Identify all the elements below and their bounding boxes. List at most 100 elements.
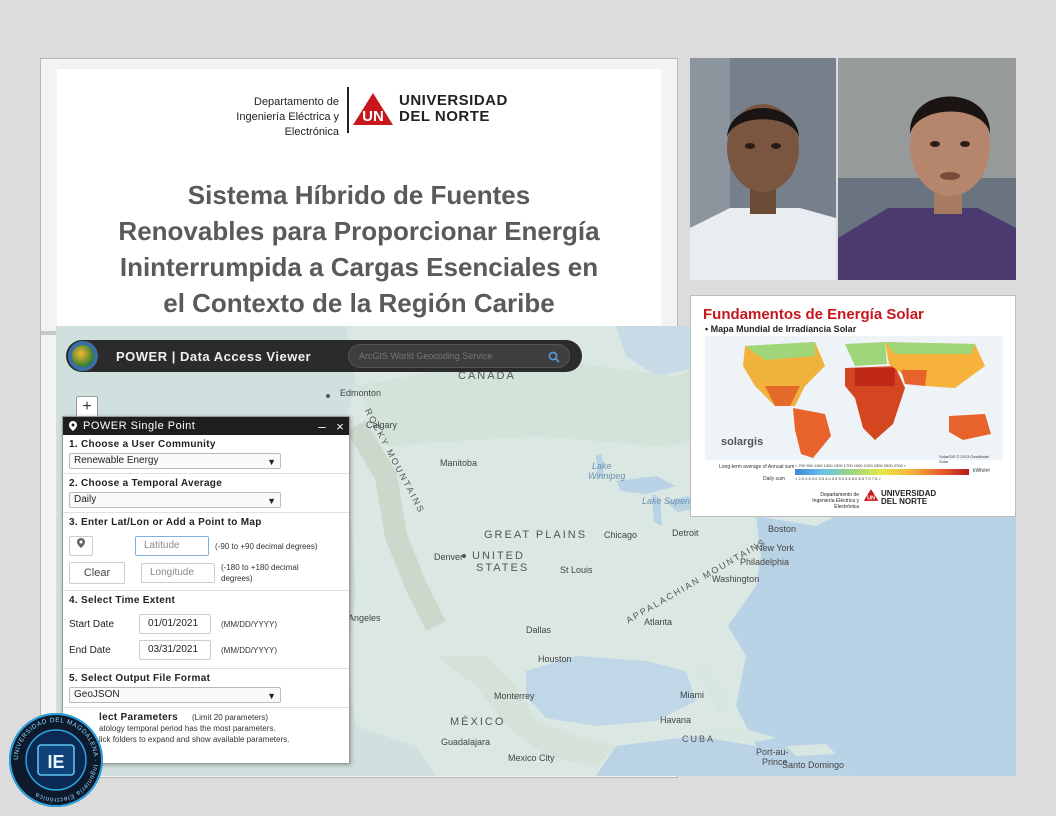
solar-slide-bullet: • Mapa Mundial de Irradiancia Solar <box>705 324 857 334</box>
geocoding-search-input[interactable] <box>349 345 535 367</box>
solar-footer-department: Departamento de Ingeniería Eléctrica y E… <box>787 492 859 510</box>
label-atlanta: Atlanta <box>644 617 673 627</box>
section-output-format: 5. Select Output File Format GeoJSON ▼ <box>63 669 349 708</box>
univ-line-2: DEL NORTE <box>399 108 490 125</box>
legend-copyright: SolarGIS © 2013 GeoModel Solar <box>939 454 989 464</box>
end-date-input[interactable]: 03/31/2021 <box>139 640 211 660</box>
solar-slide-thumbnail[interactable]: Fundamentos de Energía Solar • Mapa Mund… <box>690 295 1016 517</box>
search-button[interactable] <box>545 348 563 366</box>
dept-line-2: Ingeniería Eléctrica y Electrónica <box>236 111 339 138</box>
univ-line-1: UNIVERSIDAD <box>399 92 508 109</box>
label-washington: Washington <box>712 574 760 584</box>
longitude-hint-line-1: (-180 to +180 decimal <box>221 563 299 572</box>
chevron-down-icon: ▼ <box>267 691 276 701</box>
label-great-plains: GREAT PLAINS <box>484 529 588 541</box>
un-logo-small-icon: UN <box>863 489 879 501</box>
label-santo-domingo: Santo Domingo <box>782 760 845 770</box>
zoom-in-button[interactable]: + <box>76 396 98 418</box>
solar-footer-dept-2: Ingeniería Eléctrica y Electrónica <box>812 498 859 510</box>
label-new-york: New York <box>756 543 795 553</box>
section-6-title: lect Parameters <box>99 712 178 723</box>
section-lat-lon: 3. Enter Lat/Lon or Add a Point to Map L… <box>63 513 349 591</box>
panel-title: POWER Single Point <box>83 420 196 432</box>
add-point-button[interactable] <box>69 536 93 556</box>
label-boston: Boston <box>768 524 797 534</box>
end-date-row: End Date 03/31/2021 (MM/DD/YYYY) <box>69 640 343 660</box>
label-houston: Houston <box>538 654 572 664</box>
dept-line-1: Departamento de <box>254 96 339 108</box>
parameters-limit: (Limit 20 parameters) <box>192 713 269 722</box>
solar-footer-univ-2: DEL NORTE <box>881 497 928 506</box>
label-denver: Denver <box>434 552 464 562</box>
start-date-row: Start Date 01/01/2021 (MM/DD/YYYY) <box>69 614 343 634</box>
label-mexico-city: Mexico City <box>508 753 555 763</box>
close-icon[interactable]: × <box>331 419 349 434</box>
participant-video-2[interactable] <box>838 58 1016 280</box>
slide-content: Departamento de Ingeniería Eléctrica y E… <box>57 69 661 331</box>
map-header-bar: POWER | Data Access Viewer <box>66 340 582 372</box>
clear-button[interactable]: Clear <box>69 562 125 584</box>
solargis-logo: solargis <box>721 436 764 448</box>
map-pin-icon <box>69 421 77 431</box>
user-community-select[interactable]: Renewable Energy ▼ <box>69 453 281 469</box>
participant-video-1[interactable] <box>690 58 836 280</box>
latitude-input[interactable]: Latitude <box>135 536 209 556</box>
label-calgary: Calgary <box>366 420 398 430</box>
parameters-header: lect Parameters (Limit 20 parameters) <box>99 712 343 723</box>
map-app-title: POWER | Data Access Viewer <box>116 348 312 364</box>
university-name: UNIVERSIDAD DEL NORTE <box>399 93 508 125</box>
map-pin-icon <box>77 538 85 548</box>
legend-daily-label: Daily sum <box>763 476 785 482</box>
label-lake-winnipeg: Lake <box>592 461 612 471</box>
ie-university-badge-icon: IE UNIVERSIDAD DEL MAGDALENA · Ingenierí… <box>9 713 103 807</box>
start-date-format: (MM/DD/YYYY) <box>221 619 277 629</box>
participant-1-avatar <box>690 58 836 280</box>
section-2-title: 2. Choose a Temporal Average <box>69 478 223 489</box>
parameters-note-1: atology temporal period has the most par… <box>99 724 276 733</box>
end-date-label: End Date <box>69 644 111 656</box>
user-community-value: Renewable Energy <box>74 455 159 466</box>
minimize-icon[interactable]: – <box>313 419 331 434</box>
department-name: Departamento de Ingeniería Eléctrica y E… <box>189 95 339 140</box>
section-user-community: 1. Choose a User Community Renewable Ene… <box>63 435 349 474</box>
power-single-point-panel: POWER Single Point – × 1. Choose a User … <box>62 416 350 764</box>
label-havana: Havana <box>660 715 692 725</box>
un-logo-icon: UN <box>353 93 393 125</box>
power-logo-icon[interactable] <box>68 341 98 371</box>
chevron-down-icon: ▼ <box>267 496 276 506</box>
output-format-select[interactable]: GeoJSON ▼ <box>69 687 281 703</box>
label-miami: Miami <box>680 690 704 700</box>
title-line-4: el Contexto de la Región Caribe <box>163 288 555 318</box>
label-monterrey: Monterrey <box>494 691 535 701</box>
participant-2-avatar <box>838 58 1016 280</box>
temporal-average-select[interactable]: Daily ▼ <box>69 492 281 508</box>
longitude-input[interactable]: Longitude <box>141 563 215 583</box>
latitude-row: Latitude (-90 to +90 decimal degrees) <box>69 536 343 556</box>
label-lake-winnipeg-2: Winnipeg <box>588 471 626 481</box>
geocoding-search-box <box>348 344 570 368</box>
label-st-louis: St Louis <box>560 565 593 575</box>
section-4-title: 4. Select Time Extent <box>69 595 176 606</box>
start-date-input[interactable]: 01/01/2021 <box>139 614 211 634</box>
temporal-average-value: Daily <box>74 494 97 505</box>
slide-title: Sistema Híbrido de Fuentes Renovables pa… <box>87 177 631 321</box>
parameters-note-2: lick folders to expand and show availabl… <box>99 735 290 744</box>
label-cuba: CUBA <box>682 734 716 744</box>
longitude-row: Clear Longitude (-180 to +180 decimal de… <box>69 562 343 584</box>
section-time-extent: 4. Select Time Extent Start Date 01/01/2… <box>63 591 349 669</box>
legend-unit: kWh/m² <box>973 468 991 474</box>
legend-annual-label: Long-term average of Annual sum <box>719 464 795 470</box>
section-1-title: 1. Choose a User Community <box>69 439 216 450</box>
title-line-3: Ininterrumpida a Cargas Esenciales en <box>119 252 599 282</box>
label-united: UNITED <box>472 550 525 562</box>
label-chicago: Chicago <box>604 530 638 540</box>
chevron-down-icon: ▼ <box>267 457 276 467</box>
panel-header: POWER Single Point – × <box>63 417 349 435</box>
label-dallas: Dallas <box>526 625 552 635</box>
logo-divider <box>347 87 349 133</box>
solar-bullet-text: Mapa Mundial de Irradiancia Solar <box>710 324 857 334</box>
section-temporal-average: 2. Choose a Temporal Average Daily ▼ <box>63 474 349 513</box>
legend-annual-values: < 700 900 1100 1300 1500 1700 1900 2100 … <box>795 463 907 468</box>
solar-slide-title: Fundamentos de Energía Solar <box>703 306 924 323</box>
end-date-format: (MM/DD/YYYY) <box>221 645 277 655</box>
